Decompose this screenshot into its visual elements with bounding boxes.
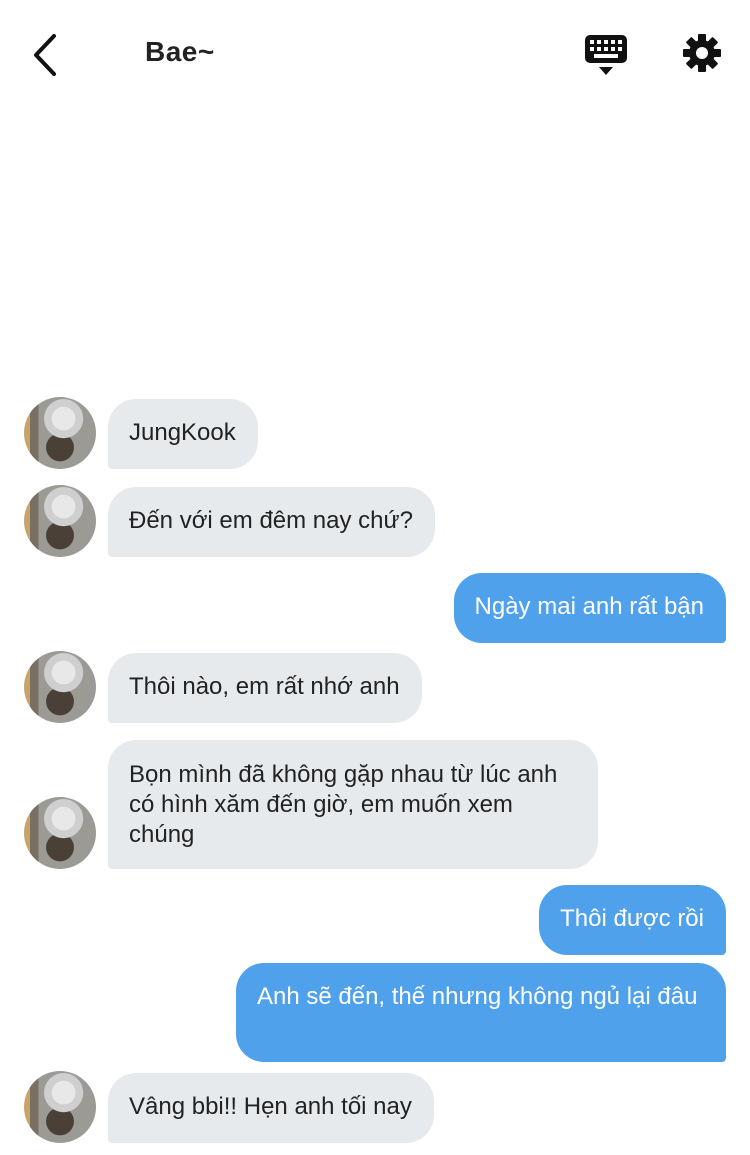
message-bubble-outgoing[interactable]: Thôi được rồi bbox=[539, 885, 726, 955]
avatar[interactable] bbox=[24, 397, 96, 469]
message-bubble-outgoing[interactable]: Anh sẽ đến, thế nhưng không ngủ lại đâu bbox=[236, 963, 726, 1062]
avatar[interactable] bbox=[24, 797, 96, 869]
keyboard-button[interactable] bbox=[584, 34, 628, 78]
message-bubble-incoming[interactable]: Đến với em đêm nay chứ? bbox=[108, 487, 435, 557]
message-row: Vâng bbi!! Hẹn anh tối nay bbox=[0, 1071, 750, 1143]
message-bubble-incoming[interactable]: Vâng bbi!! Hẹn anh tối nay bbox=[108, 1073, 434, 1143]
message-row: Bọn mình đã không gặp nhau từ lúc anh có… bbox=[0, 740, 750, 870]
message-bubble-incoming[interactable]: Thôi nào, em rất nhớ anh bbox=[108, 653, 422, 723]
message-row: Anh sẽ đến, thế nhưng không ngủ lại đâu bbox=[0, 963, 750, 1063]
keyboard-icon bbox=[585, 35, 627, 75]
message-row: Đến với em đêm nay chứ? bbox=[0, 485, 750, 557]
message-bubble-incoming[interactable]: JungKook bbox=[108, 399, 258, 469]
message-row: Thôi được rồi bbox=[0, 885, 750, 955]
message-row: Ngày mai anh rất bận bbox=[0, 573, 750, 643]
message-bubble-incoming[interactable]: Bọn mình đã không gặp nhau từ lúc anh có… bbox=[108, 740, 598, 869]
chat-header: Bae~ bbox=[0, 0, 750, 110]
gear-icon bbox=[683, 34, 721, 72]
avatar[interactable] bbox=[24, 485, 96, 557]
chat-title: Bae~ bbox=[145, 36, 215, 67]
avatar[interactable] bbox=[24, 651, 96, 723]
avatar[interactable] bbox=[24, 1071, 96, 1143]
chevron-left-icon bbox=[34, 34, 56, 76]
settings-button[interactable] bbox=[682, 33, 722, 73]
message-row: Thôi nào, em rất nhớ anh bbox=[0, 651, 750, 723]
message-row: JungKook bbox=[0, 397, 750, 469]
message-bubble-outgoing[interactable]: Ngày mai anh rất bận bbox=[453, 573, 726, 643]
back-button[interactable] bbox=[26, 30, 66, 80]
